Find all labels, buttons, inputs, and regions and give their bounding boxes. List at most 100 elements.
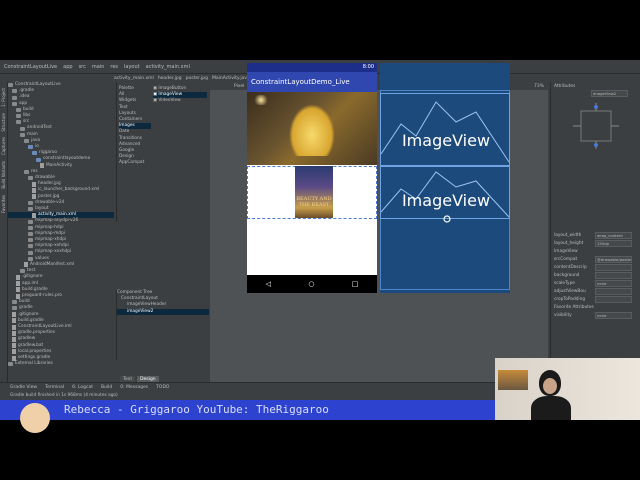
tool-messages[interactable]: 0: Messages: [120, 385, 148, 390]
palette-categories: Palette All Widgets Text Layouts Containers Im…: [119, 86, 151, 167]
attribute-row: cropToPadding: [554, 295, 632, 303]
file-icon: [16, 274, 20, 280]
nav-crumb[interactable]: activity_main.xml: [146, 64, 190, 70]
device-selector[interactable]: Pixel: [214, 84, 244, 89]
poster-title: BEAUTY AND THE BEAST: [296, 196, 332, 208]
webcam-overlay: [495, 358, 640, 420]
folder-icon: [16, 107, 21, 112]
tool-window-tab[interactable]: Captures: [1, 137, 6, 155]
file-icon: [40, 163, 44, 169]
folder-icon: [28, 256, 33, 261]
folder-icon: [12, 95, 17, 100]
nav-home-icon[interactable]: ○: [308, 280, 314, 288]
presenter-avatar: [20, 403, 50, 433]
dancer-image: [289, 104, 335, 156]
file-icon: [32, 188, 36, 194]
folder-icon: [16, 114, 21, 119]
file-icon: [12, 330, 16, 336]
attribute-row: scaleType none: [554, 279, 632, 287]
nav-crumb[interactable]: src: [79, 64, 86, 70]
attribute-value[interactable]: wrap_content: [595, 231, 632, 239]
file-icon: [32, 181, 36, 187]
blueprint-label-2: ImageView: [401, 191, 491, 210]
attribute-label: cropToPadding: [554, 296, 586, 302]
nav-crumb[interactable]: app: [63, 64, 72, 70]
palette-panel: Palette All Widgets Text Layouts Containers Im…: [116, 82, 209, 222]
phone-preview[interactable]: 8:00 ConstraintLayoutDemo_Live BEAUTY AN…: [247, 63, 377, 293]
folder-icon: [12, 101, 17, 106]
editor-tab[interactable]: header.jpg: [158, 76, 182, 81]
folder-icon: [32, 151, 37, 156]
folder-icon: [28, 145, 33, 150]
folder-icon: [28, 238, 33, 243]
attribute-label: srcCompat: [554, 256, 578, 262]
tree-item-label: AndroidManifest.xml: [30, 261, 75, 267]
attribute-value[interactable]: none: [595, 311, 632, 319]
attribute-value[interactable]: 150dp: [595, 239, 632, 247]
nav-crumb[interactable]: main: [92, 64, 105, 70]
tool-window-tab[interactable]: Build Variants: [1, 161, 6, 189]
attribute-row: srcCompat @drawable/poster: [554, 255, 632, 263]
tool-gradle-view[interactable]: Gradle View: [10, 385, 37, 390]
attribute-label: layout_width: [554, 232, 582, 238]
folder-icon: [8, 362, 13, 367]
tree-item-label: MainActivity: [46, 162, 73, 168]
mountain-icon: [381, 101, 509, 163]
presenter-face: [543, 378, 557, 394]
tree-item[interactable]: External Libraries: [8, 361, 114, 367]
editor-tab[interactable]: poster.jpg: [186, 76, 208, 81]
palette-items: ▣ ImageButton ▣ ImageView ▣ VideoView: [153, 86, 207, 105]
project-tree: ConstraintLayoutLive .gradle .idea app build…: [8, 82, 114, 382]
attributes-title: Attributes: [554, 84, 576, 89]
folder-icon: [12, 306, 17, 311]
tool-window-tab[interactable]: Favorites: [1, 195, 6, 213]
palette-item[interactable]: ▣ VideoView: [153, 98, 207, 104]
palette-category[interactable]: AppCompat: [119, 160, 151, 166]
folder-icon: [36, 157, 41, 162]
file-icon: [12, 324, 16, 330]
folder-icon: [28, 176, 33, 181]
tool-window-tab[interactable]: Structure: [1, 113, 6, 132]
editor-tab[interactable]: MainActivity.java: [212, 76, 250, 81]
component-tree-item[interactable]: imageView2: [117, 308, 209, 315]
blueprint-image-view-2[interactable]: ImageView: [380, 166, 510, 223]
folder-icon: [8, 83, 13, 88]
image-view-header[interactable]: [247, 92, 377, 165]
tool-build[interactable]: Build: [101, 385, 112, 390]
image-view-poster[interactable]: BEAUTY AND THE BEAST: [295, 166, 333, 218]
tree-item-label: External Libraries: [15, 361, 53, 367]
attribute-value[interactable]: @drawable/poster: [595, 255, 632, 263]
tool-logcat[interactable]: 6: Logcat: [72, 385, 93, 390]
attribute-value[interactable]: [595, 295, 632, 303]
blueprint-image-view-1[interactable]: ImageView: [380, 93, 510, 166]
editor-tab[interactable]: activity_main.xml: [4, 76, 154, 81]
nav-crumb[interactable]: ConstraintLayoutLive: [4, 64, 57, 70]
tool-todo[interactable]: TODO: [156, 385, 169, 390]
constraint-widget[interactable]: [573, 103, 619, 149]
attribute-row: adjustViewBou: [554, 287, 632, 295]
component-tree-items: ConstraintLayout imageViewHeader imageView…: [117, 296, 209, 315]
tool-terminal[interactable]: Terminal: [45, 385, 64, 390]
id-field[interactable]: imageView2: [591, 90, 628, 97]
nav-recents-icon[interactable]: □: [352, 280, 359, 288]
attribute-value[interactable]: none: [595, 279, 632, 287]
left-tool-strip: 1: Project Structure Captures Build Vari…: [0, 82, 8, 400]
constraint-handle[interactable]: [443, 215, 451, 223]
folder-icon: [20, 126, 25, 131]
file-icon: [16, 281, 20, 287]
attribute-value[interactable]: [595, 263, 632, 271]
folder-icon: [24, 169, 29, 174]
attribute-value[interactable]: [595, 287, 632, 295]
wall-painting: [498, 370, 528, 390]
file-icon: [16, 287, 20, 293]
nav-back-icon[interactable]: ◁: [266, 280, 271, 288]
app-bar-title: ConstraintLayoutDemo_Live: [247, 72, 377, 92]
attribute-row: visibility none: [554, 311, 632, 319]
file-icon: [12, 343, 16, 349]
blueprint-view[interactable]: ImageView ImageView: [380, 63, 510, 293]
tool-window-tab[interactable]: 1: Project: [1, 88, 6, 107]
presenter-body: [531, 396, 571, 420]
nav-crumb[interactable]: res: [110, 64, 118, 70]
nav-crumb[interactable]: layout: [124, 64, 140, 70]
attribute-value[interactable]: [595, 271, 632, 279]
